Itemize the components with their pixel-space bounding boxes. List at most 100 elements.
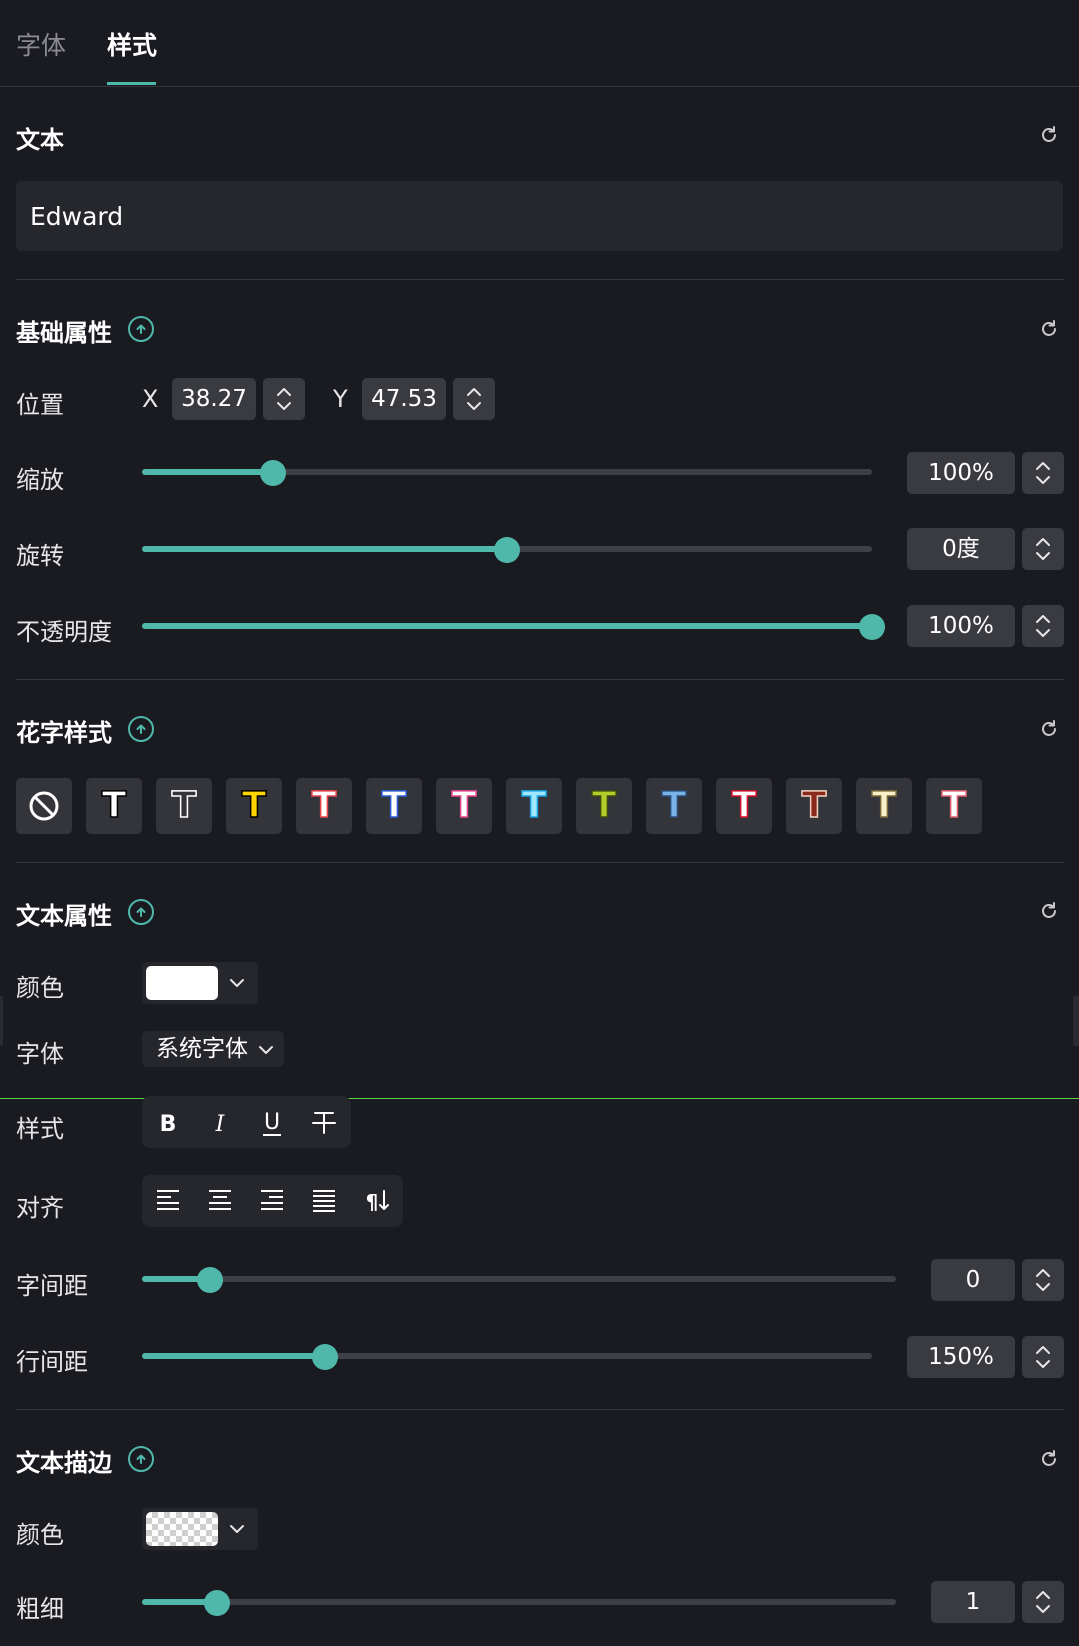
rotate-stepper[interactable]	[1022, 528, 1064, 570]
align-right-button[interactable]	[246, 1175, 298, 1227]
fancy-style-option[interactable]: T	[436, 778, 492, 834]
fancy-style-glyph: T	[311, 784, 337, 827]
collapse-up-icon[interactable]	[128, 316, 154, 342]
slider-fill	[142, 623, 872, 629]
svg-text:I: I	[215, 1112, 226, 1137]
bold-button[interactable]: B	[142, 1096, 194, 1148]
fancy-style-option[interactable]: T	[156, 778, 212, 834]
opacity-stepper[interactable]	[1022, 605, 1064, 647]
position-label: 位置	[16, 391, 64, 419]
collapse-up-icon[interactable]	[128, 716, 154, 742]
fancy-style-option[interactable]: T	[86, 778, 142, 834]
stroke-width-slider[interactable]	[142, 1590, 896, 1616]
reset-icon[interactable]	[1038, 318, 1060, 340]
reset-icon[interactable]	[1038, 718, 1060, 740]
x-input[interactable]: 38.27	[172, 378, 256, 420]
align-left-button[interactable]	[142, 1175, 194, 1227]
divider	[16, 679, 1064, 680]
fancy-style-option[interactable]: T	[296, 778, 352, 834]
align-center-button[interactable]	[194, 1175, 246, 1227]
fancy-style-glyph: T	[661, 784, 687, 827]
slider-knob[interactable]	[859, 614, 885, 640]
fancy-style-option[interactable]: T	[786, 778, 842, 834]
paragraph-vertical-icon: ¶	[366, 1190, 389, 1214]
align-justify-icon	[313, 1190, 335, 1212]
fancy-style-glyph: T	[731, 784, 757, 827]
x-stepper[interactable]	[263, 378, 305, 420]
opacity-slider[interactable]	[142, 614, 885, 640]
x-label: X	[142, 385, 159, 413]
align-justify-button[interactable]	[298, 1175, 350, 1227]
vertical-text-button[interactable]: ¶	[350, 1175, 402, 1227]
letter-spacing-input[interactable]: 0	[931, 1259, 1015, 1301]
scale-input[interactable]: 100%	[907, 452, 1015, 494]
underline-button[interactable]: U	[246, 1096, 298, 1148]
slider-knob[interactable]	[204, 1590, 231, 1616]
align-center-icon	[209, 1190, 231, 1210]
font-dropdown[interactable]: 系统字体	[142, 1031, 284, 1067]
tab-style[interactable]: 样式	[107, 26, 157, 62]
line-spacing-stepper[interactable]	[1022, 1336, 1064, 1378]
letter-spacing-stepper[interactable]	[1022, 1259, 1064, 1301]
slider-knob[interactable]	[196, 1267, 223, 1293]
active-tab-indicator	[107, 82, 156, 85]
italic-button[interactable]: I	[194, 1096, 246, 1148]
slider-knob[interactable]	[311, 1344, 338, 1370]
collapse-up-icon[interactable]	[128, 899, 154, 925]
text-color-picker[interactable]	[142, 962, 258, 1004]
no-style-option[interactable]	[16, 778, 72, 834]
fancy-style-glyph: T	[451, 784, 477, 827]
reset-icon[interactable]	[1038, 124, 1060, 146]
slider-knob[interactable]	[494, 537, 520, 563]
fancy-style-option[interactable]: T	[366, 778, 422, 834]
fancy-style-option[interactable]: T	[716, 778, 772, 834]
scale-stepper[interactable]	[1022, 452, 1064, 494]
divider	[16, 862, 1064, 863]
fancy-style-glyph: T	[801, 784, 827, 827]
left-edge-handle[interactable]	[0, 996, 3, 1046]
line-spacing-label: 行间距	[16, 1348, 88, 1376]
text-content-input[interactable]	[16, 181, 1063, 251]
fancy-style-option[interactable]: T	[856, 778, 912, 834]
fancy-style-option[interactable]: T	[646, 778, 702, 834]
svg-text:U: U	[264, 1110, 280, 1135]
fancy-style-option[interactable]: T	[926, 778, 982, 834]
fancy-style-option[interactable]: T	[506, 778, 562, 834]
slider-knob[interactable]	[260, 460, 287, 486]
stroke-width-input[interactable]: 1	[931, 1581, 1015, 1623]
font-dropdown-value: 系统字体	[156, 1036, 248, 1062]
line-spacing-slider[interactable]	[142, 1344, 872, 1370]
style-label: 样式	[16, 1115, 64, 1143]
slider-track	[142, 1599, 896, 1605]
collapse-up-icon[interactable]	[128, 1446, 154, 1472]
scale-slider[interactable]	[142, 460, 872, 486]
chevron-down-icon	[230, 1525, 244, 1533]
line-spacing-input[interactable]: 150%	[907, 1336, 1015, 1378]
tab-bar: 字体 样式	[0, 0, 1079, 87]
fancy-style-glyph: T	[871, 784, 897, 827]
reset-icon[interactable]	[1038, 900, 1060, 922]
stroke-width-stepper[interactable]	[1022, 1581, 1064, 1623]
fancy-style-glyph: T	[241, 784, 267, 827]
reset-icon[interactable]	[1038, 1448, 1060, 1470]
fancy-style-glyph: T	[941, 784, 967, 827]
rotate-input[interactable]: 0度	[907, 528, 1015, 570]
text-align-buttons: ¶	[142, 1175, 403, 1227]
fancy-style-option[interactable]: T	[226, 778, 282, 834]
opacity-input[interactable]: 100%	[907, 605, 1015, 647]
right-edge-handle[interactable]	[1073, 996, 1079, 1046]
stroke-width-label: 粗细	[16, 1595, 64, 1623]
fancy-style-glyph: T	[521, 784, 547, 827]
stroke-color-picker[interactable]	[142, 1508, 258, 1550]
stroke-color-label: 颜色	[16, 1521, 64, 1549]
y-stepper[interactable]	[453, 378, 495, 420]
fancy-style-glyph: T	[171, 784, 197, 827]
slider-fill	[142, 546, 507, 552]
fancy-style-option[interactable]: T	[576, 778, 632, 834]
text-section-title: 文本	[16, 126, 64, 154]
strikethrough-button[interactable]	[298, 1096, 350, 1148]
letter-spacing-slider[interactable]	[142, 1267, 896, 1293]
tab-font[interactable]: 字体	[16, 26, 66, 62]
y-input[interactable]: 47.53	[362, 378, 446, 420]
rotate-slider[interactable]	[142, 537, 872, 563]
